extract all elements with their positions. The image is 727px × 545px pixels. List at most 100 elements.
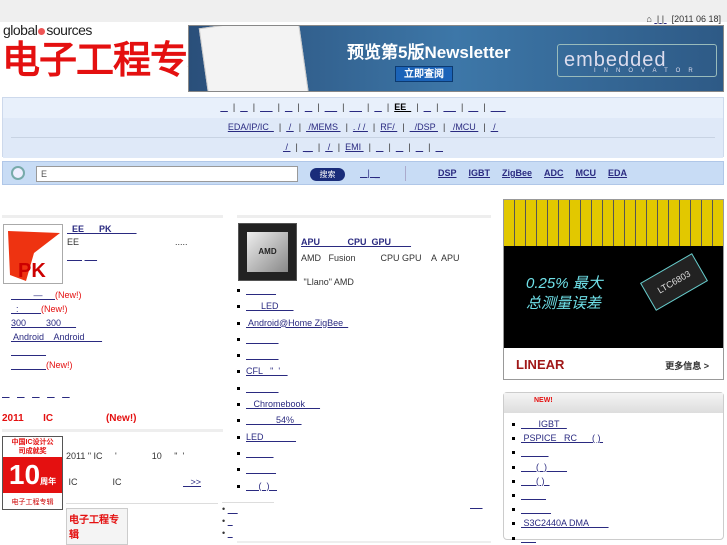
nav-separator: | xyxy=(337,102,350,112)
news-link[interactable] xyxy=(246,285,276,295)
nav-link[interactable]: /MCU xyxy=(450,122,478,132)
news-link[interactable]: — xyxy=(11,290,55,300)
news-link[interactable]: 54% xyxy=(246,415,302,425)
news-link[interactable]: PSPICE RC ( ) xyxy=(521,433,603,443)
nav-link[interactable]: /MEMS xyxy=(306,122,341,132)
news-link[interactable]: IGBT xyxy=(521,419,567,429)
pk-link[interactable] xyxy=(85,251,98,261)
nav-link[interactable]: _ xyxy=(303,142,313,152)
nav-link[interactable] xyxy=(374,102,382,112)
keyword-link-mcu[interactable]: MCU xyxy=(576,168,597,178)
more-link[interactable] xyxy=(470,499,483,509)
list-item: ( ) xyxy=(512,474,723,488)
left-tab[interactable] xyxy=(62,388,70,398)
left-tab[interactable] xyxy=(47,388,55,398)
news-link[interactable] xyxy=(246,334,279,344)
nav-link[interactable]: EE xyxy=(394,102,411,112)
top-link[interactable] xyxy=(654,14,657,24)
nav-link[interactable]: / xyxy=(325,142,333,152)
magazine-cover[interactable]: 电子工程专辑 xyxy=(66,508,128,545)
top-link[interactable] xyxy=(664,14,667,24)
nav-link[interactable]: / xyxy=(491,122,499,132)
list-item xyxy=(512,445,723,459)
keyword-link-adc[interactable]: ADC xyxy=(544,168,564,178)
nav-link[interactable]: . / / xyxy=(353,122,368,132)
nav-link[interactable]: RF/ xyxy=(380,122,397,132)
news-link[interactable] xyxy=(246,464,276,474)
news-link[interactable]: ( ) xyxy=(246,481,277,491)
nav-link[interactable] xyxy=(491,102,506,112)
nav-link[interactable] xyxy=(260,102,273,112)
nav-link[interactable]: / xyxy=(283,142,291,152)
nav-link[interactable]: /DSP xyxy=(410,122,438,132)
nav-link[interactable] xyxy=(468,102,478,112)
nav-link[interactable]: EDA/IP/IC xyxy=(228,122,274,132)
bottom-link[interactable] xyxy=(228,516,233,526)
search-input[interactable] xyxy=(36,166,298,182)
bottom-link[interactable] xyxy=(228,504,238,514)
nav-link[interactable] xyxy=(349,102,362,112)
news-link[interactable]: LED xyxy=(246,301,294,311)
keyword-link-dsp[interactable]: DSP xyxy=(438,168,457,178)
news-link[interactable]: LED xyxy=(246,432,296,442)
ad-more-link[interactable]: 更多信息 > xyxy=(665,359,709,372)
search-options-link[interactable]: | _ xyxy=(360,168,380,178)
news-link[interactable] xyxy=(246,383,279,393)
nav-link[interactable] xyxy=(240,102,248,112)
news-link[interactable] xyxy=(521,447,549,457)
news-link[interactable]: : xyxy=(11,304,41,314)
nav-link[interactable]: / xyxy=(286,122,294,132)
nav-separator: | xyxy=(423,142,436,152)
keyword-link-zigbee[interactable]: ZigBee xyxy=(502,168,532,178)
news-link[interactable] xyxy=(521,504,551,514)
nav-link[interactable] xyxy=(424,102,432,112)
top-utility-links: ⌂ | | [2011 06 18] xyxy=(646,14,721,24)
pk-image[interactable]: PK xyxy=(3,224,63,284)
keyword-link-igbt[interactable]: IGBT xyxy=(469,168,491,178)
news-link[interactable]: Android@Home ZigBee xyxy=(246,318,348,328)
news-link[interactable]: Chromebook xyxy=(246,399,320,409)
news-link[interactable] xyxy=(521,533,536,543)
pk-title-link[interactable]: EE PK xyxy=(67,224,137,234)
news-link[interactable]: ( ) xyxy=(521,476,550,486)
nav-link[interactable] xyxy=(325,102,338,112)
left-tab[interactable] xyxy=(17,388,25,398)
news-link[interactable] xyxy=(246,350,279,360)
new-articles-list: IGBT PSPICE RC ( ) ( ) ( ) S3C2440A DMA xyxy=(512,417,723,545)
bottom-link[interactable] xyxy=(228,528,233,538)
feature-title-link[interactable]: APU CPU GPU xyxy=(301,237,411,247)
nav-link[interactable] xyxy=(220,102,228,112)
left-tab[interactable] xyxy=(2,388,10,398)
pk-link[interactable] xyxy=(67,251,82,261)
global-sources-logo[interactable]: global sources xyxy=(3,22,92,38)
banner-view-button[interactable]: 立即查阅 xyxy=(395,66,453,82)
left-tab[interactable] xyxy=(32,388,40,398)
new-badge: (New!) xyxy=(55,290,82,300)
keyword-link-eda[interactable]: EDA xyxy=(608,168,627,178)
news-link[interactable] xyxy=(11,360,46,370)
newsletter-banner[interactable]: 预览第5版Newsletter 立即查阅 embedded INNOVATOR xyxy=(188,25,724,92)
top-link[interactable] xyxy=(659,14,662,24)
ic-award-more-link[interactable]: >> xyxy=(183,476,202,489)
nav-link[interactable] xyxy=(443,102,456,112)
nav-link[interactable] xyxy=(436,142,444,152)
home-icon[interactable]: ⌂ xyxy=(646,14,651,24)
news-link[interactable]: ( ) xyxy=(521,462,567,472)
list-item xyxy=(237,446,348,462)
news-link[interactable] xyxy=(11,346,46,356)
nav-separator: | xyxy=(292,102,305,112)
news-link[interactable]: S3C2440A DMA xyxy=(521,518,609,528)
left-news-item: (New!) xyxy=(11,358,102,372)
nav-link[interactable]: EMI xyxy=(345,142,364,152)
news-link[interactable] xyxy=(521,490,546,500)
news-link[interactable]: Android Android xyxy=(11,332,102,342)
hot-keywords: DSP IGBT ZigBee ADC MCU EDA xyxy=(438,168,639,178)
ic-award-image[interactable]: 中国IC设计公司成就奖 10周年 电子工程专辑 xyxy=(2,436,63,510)
news-link[interactable]: 300 300 xyxy=(11,318,76,328)
ic-award-heading[interactable]: 2011 IC (New!) xyxy=(2,413,137,424)
linear-ad[interactable]: 0.25% 最大 总测量误差 LTC6803 LINEAR 更多信息 > xyxy=(503,199,724,380)
search-button[interactable]: 搜索 xyxy=(310,168,345,181)
amd-chip-image[interactable]: AMD xyxy=(238,223,297,281)
news-link[interactable]: CFL " ' xyxy=(246,366,288,376)
news-link[interactable] xyxy=(246,448,274,458)
